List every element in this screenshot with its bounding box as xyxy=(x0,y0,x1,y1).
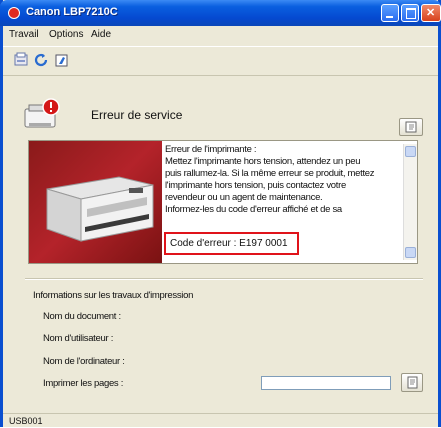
scroll-down-icon[interactable] xyxy=(405,247,416,258)
window-title: Canon LBP7210C xyxy=(26,6,118,18)
message-line: Informez-les du code d'erreur affiché et… xyxy=(165,204,342,215)
print-pages-label: Imprimer les pages : xyxy=(43,378,124,389)
maximize-button[interactable] xyxy=(401,4,419,22)
printer-illustration xyxy=(29,141,162,263)
port-name: USB001 xyxy=(9,416,43,426)
cleaning-icon[interactable] xyxy=(54,52,70,68)
refresh-icon[interactable] xyxy=(33,52,49,68)
minimize-button[interactable] xyxy=(381,4,399,22)
menu-travail[interactable]: Travail xyxy=(9,29,39,40)
pages-detail-button[interactable] xyxy=(401,373,423,392)
user-name-label: Nom d'utilisateur : xyxy=(43,333,114,344)
document-icon xyxy=(407,376,418,389)
document-name-label: Nom du document : xyxy=(43,311,121,322)
message-line: Mettez l'imprimante hors tension, attend… xyxy=(165,156,361,167)
computer-name-label: Nom de l'ordinateur : xyxy=(43,356,125,367)
title-bar[interactable]: Canon LBP7210C xyxy=(0,0,441,26)
message-line: Erreur de l'imprimante : xyxy=(165,144,257,155)
menu-aide[interactable]: Aide xyxy=(91,29,111,40)
error-code: Code d'erreur : E197 0001 xyxy=(170,238,288,249)
message-line: l'imprimante hors tension, puis contacte… xyxy=(165,180,346,191)
close-button[interactable] xyxy=(421,4,441,22)
status-bar: USB001 xyxy=(3,413,438,428)
toolbar xyxy=(3,46,438,76)
divider xyxy=(25,278,423,280)
jobs-heading: Informations sur les travaux d'impressio… xyxy=(33,290,194,301)
scroll-up-icon[interactable] xyxy=(405,146,416,157)
message-line: revendeur ou un agent de maintenance. xyxy=(165,192,323,203)
status-title: Erreur de service xyxy=(91,108,183,122)
printer-icon[interactable] xyxy=(13,52,29,68)
print-pages-field[interactable] xyxy=(261,376,391,390)
manual-icon xyxy=(405,121,417,133)
printer-error-icon xyxy=(21,97,65,136)
canon-app-icon xyxy=(8,7,20,19)
message-scrollbar[interactable] xyxy=(403,144,417,260)
error-code-highlight: Code d'erreur : E197 0001 xyxy=(164,232,299,255)
printer-status-window: Canon LBP7210C Travail Options Aide Erre… xyxy=(0,0,441,427)
menu-options[interactable]: Options xyxy=(49,29,83,40)
manual-button[interactable] xyxy=(399,118,423,136)
menu-bar: Travail Options Aide xyxy=(3,26,438,44)
message-line: puis rallumez-la. Si la même erreur se p… xyxy=(165,168,375,179)
